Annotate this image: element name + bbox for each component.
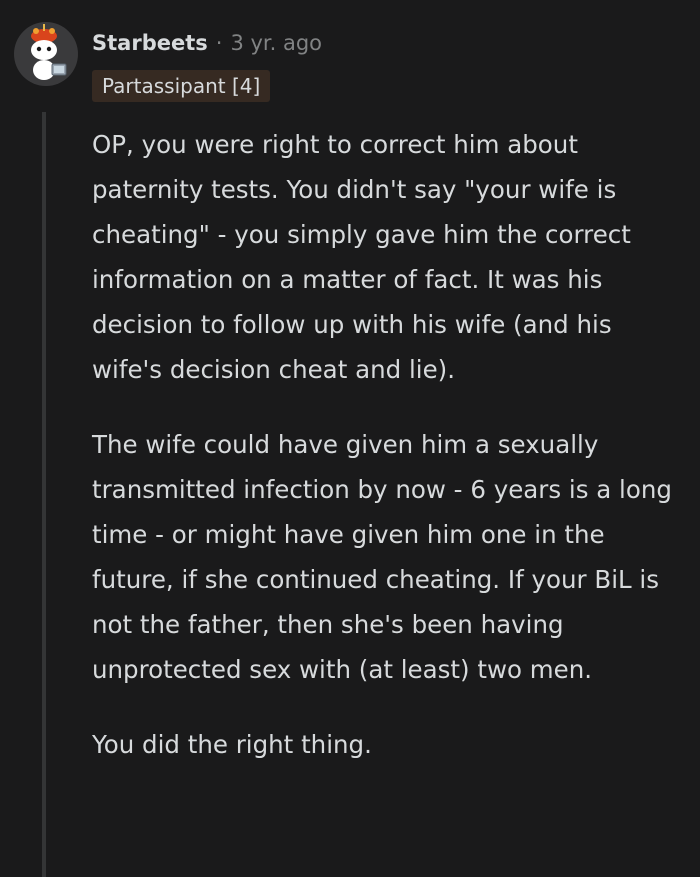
author-username[interactable]: Starbeets [92, 31, 208, 55]
user-flair: Partassipant [4] [92, 70, 271, 102]
snoo-avatar-icon [31, 24, 67, 80]
comment-timestamp[interactable]: 3 yr. ago [230, 31, 322, 55]
comment-paragraph: The wife could have given him a sexually… [92, 430, 672, 684]
comment: Starbeets · 3 yr. ago Partassipant [4] O… [0, 0, 700, 877]
comment-paragraph: You did the right thing. [92, 730, 372, 759]
meta-separator: · [215, 31, 223, 55]
avatar[interactable] [14, 22, 78, 86]
comment-header: Starbeets · 3 yr. ago [92, 26, 322, 60]
comment-body: OP, you were right to correct him about … [92, 122, 684, 797]
thread-line[interactable] [42, 112, 46, 877]
comment-paragraph: OP, you were right to correct him about … [92, 130, 631, 384]
